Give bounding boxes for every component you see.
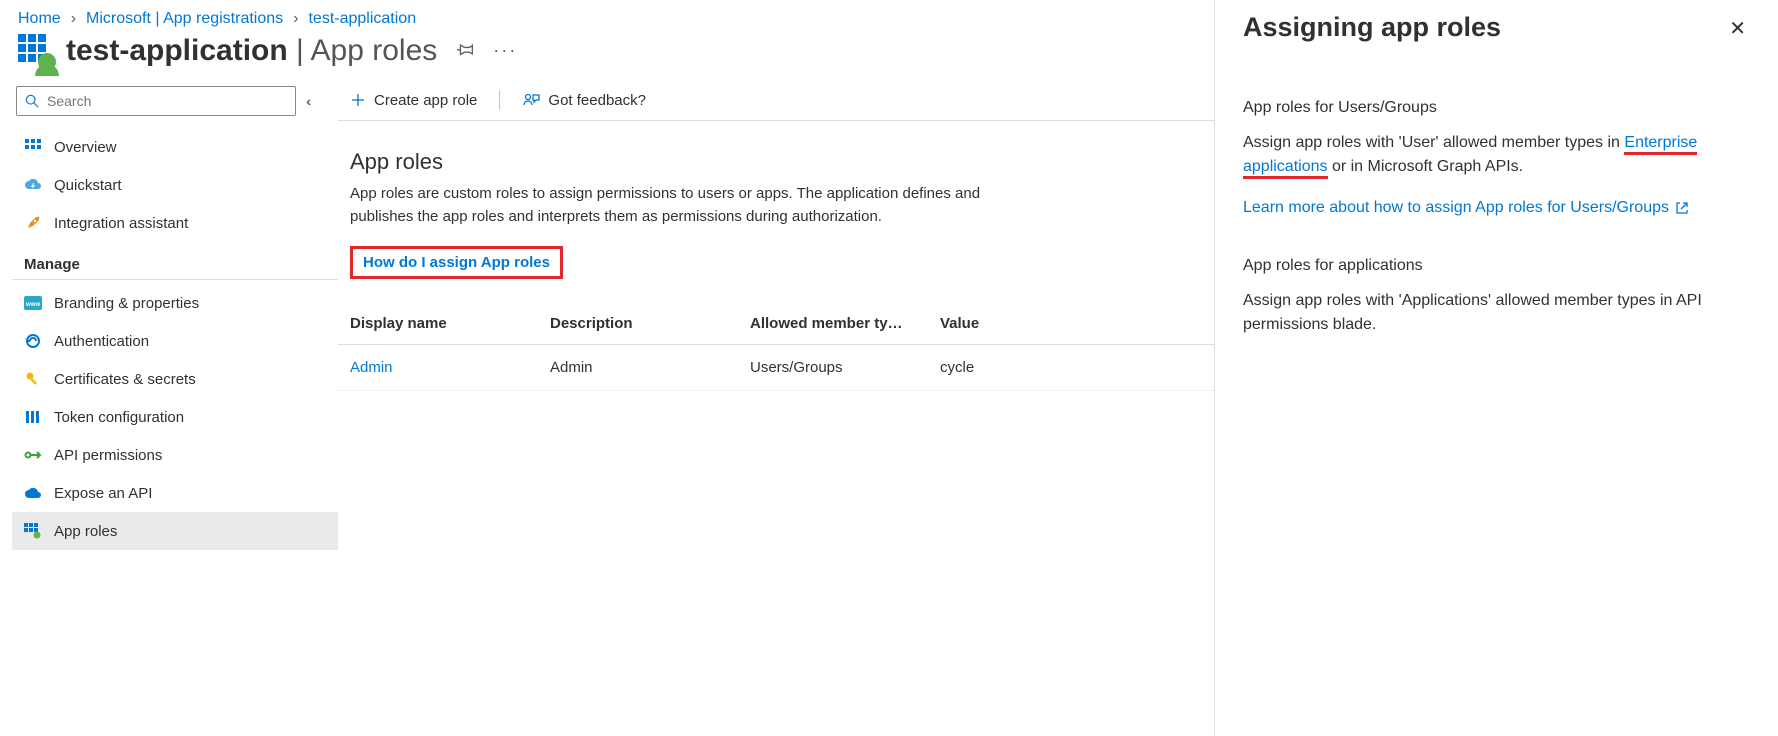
sidebar-item-label: App roles <box>54 523 117 540</box>
page-title: test-application | App roles <box>66 34 437 68</box>
side-panel: Assigning app roles ✕ App roles for User… <box>1214 0 1778 736</box>
sidebar-item-label: Overview <box>54 139 117 156</box>
panel-users-para-suffix: or in Microsoft Graph APIs. <box>1328 158 1524 175</box>
key-icon <box>24 370 42 388</box>
chevron-right-icon: › <box>293 10 298 28</box>
sidebar-item-quickstart[interactable]: Quickstart <box>12 166 338 204</box>
learn-more-label: Learn more about how to assign App roles… <box>1243 199 1669 217</box>
learn-more-link[interactable]: Learn more about how to assign App roles… <box>1243 199 1750 217</box>
sidebar-item-label: Token configuration <box>54 409 184 426</box>
sidebar-item-token-config[interactable]: Token configuration <box>12 398 338 436</box>
col-value[interactable]: Value <box>928 303 1214 345</box>
sidebar-item-label: Certificates & secrets <box>54 371 196 388</box>
cloud-bolt-icon <box>24 176 42 194</box>
cell-allowed: Users/Groups <box>738 345 928 391</box>
sidebar-item-app-roles[interactable]: App roles <box>12 512 338 550</box>
page-title-app-name: test-application <box>66 34 288 67</box>
sidebar-item-certificates[interactable]: Certificates & secrets <box>12 360 338 398</box>
panel-users-heading: App roles for Users/Groups <box>1243 99 1750 117</box>
page-title-row: test-application | App roles ··· <box>0 28 1214 78</box>
sidebar-item-label: Branding & properties <box>54 295 199 312</box>
sidebar-item-overview[interactable]: Overview <box>12 128 338 166</box>
feedback-icon <box>522 92 540 108</box>
sidebar-item-integration-assistant[interactable]: Integration assistant <box>12 204 338 242</box>
sidebar-item-expose-api[interactable]: Expose an API <box>12 474 338 512</box>
got-feedback-button[interactable]: Got feedback? <box>522 92 646 109</box>
breadcrumb-app[interactable]: test-application <box>308 10 416 28</box>
breadcrumb-app-registrations[interactable]: Microsoft | App registrations <box>86 10 283 28</box>
sidebar-section-manage: Manage <box>12 242 338 280</box>
svg-text:www: www <box>25 302 40 308</box>
create-app-role-button[interactable]: Create app role <box>350 92 477 109</box>
search-input-wrapper[interactable] <box>16 86 296 116</box>
panel-users-para-prefix: Assign app roles with 'User' allowed mem… <box>1243 134 1624 151</box>
how-do-i-assign-link[interactable]: How do I assign App roles <box>363 254 550 271</box>
rocket-icon <box>24 214 42 232</box>
toolbar: Create app role Got feedback? <box>338 86 1214 121</box>
create-app-role-label: Create app role <box>374 92 477 109</box>
tiles-icon <box>24 138 42 156</box>
external-link-icon <box>1675 201 1689 215</box>
api-permissions-icon <box>24 446 42 464</box>
panel-apps-heading: App roles for applications <box>1243 257 1750 275</box>
assign-roles-link-highlight: How do I assign App roles <box>350 246 563 279</box>
breadcrumb: Home › Microsoft | App registrations › t… <box>0 0 1214 28</box>
more-icon[interactable]: ··· <box>493 40 517 63</box>
cell-value: cycle <box>928 345 1214 391</box>
www-icon: www <box>24 294 42 312</box>
token-icon <box>24 408 42 426</box>
sidebar-item-api-permissions[interactable]: API permissions <box>12 436 338 474</box>
search-icon <box>25 94 39 108</box>
sidebar: ‹‹ Overview Quickstart Integration assis… <box>0 78 338 736</box>
cell-description: Admin <box>538 345 738 391</box>
panel-apps-paragraph: Assign app roles with 'Applications' all… <box>1243 289 1750 337</box>
section-description: App roles are custom roles to assign per… <box>338 183 998 228</box>
col-display-name[interactable]: Display name <box>338 303 538 345</box>
app-roles-table: Display name Description Allowed member … <box>338 303 1214 391</box>
pin-icon[interactable] <box>457 40 475 63</box>
cell-display-name[interactable]: Admin <box>338 345 538 391</box>
close-icon[interactable]: ✕ <box>1725 12 1750 45</box>
page-title-suffix: | App roles <box>288 34 438 67</box>
sidebar-item-label: Quickstart <box>54 177 122 194</box>
chevron-right-icon: › <box>71 10 76 28</box>
sidebar-item-label: Authentication <box>54 333 149 350</box>
cloud-icon <box>24 484 42 502</box>
app-roles-icon <box>24 522 42 540</box>
sidebar-item-authentication[interactable]: Authentication <box>12 322 338 360</box>
section-heading: App roles <box>338 121 1214 183</box>
table-row[interactable]: Admin Admin Users/Groups cycle <box>338 345 1214 391</box>
app-icon <box>18 34 52 68</box>
sidebar-item-branding[interactable]: www Branding & properties <box>12 284 338 322</box>
col-description[interactable]: Description <box>538 303 738 345</box>
panel-title: Assigning app roles <box>1243 12 1501 43</box>
got-feedback-label: Got feedback? <box>548 92 646 109</box>
content-area: Create app role Got feedback? App roles … <box>338 78 1214 736</box>
toolbar-separator <box>499 90 500 110</box>
sidebar-item-label: Integration assistant <box>54 215 188 232</box>
auth-icon <box>24 332 42 350</box>
collapse-sidebar-icon[interactable]: ‹‹ <box>306 93 307 109</box>
sidebar-item-label: API permissions <box>54 447 162 464</box>
sidebar-item-label: Expose an API <box>54 485 152 502</box>
search-input[interactable] <box>45 92 287 110</box>
panel-users-paragraph: Assign app roles with 'User' allowed mem… <box>1243 131 1750 179</box>
plus-icon <box>350 92 366 108</box>
col-allowed[interactable]: Allowed member ty… <box>738 303 928 345</box>
breadcrumb-home[interactable]: Home <box>18 10 61 28</box>
